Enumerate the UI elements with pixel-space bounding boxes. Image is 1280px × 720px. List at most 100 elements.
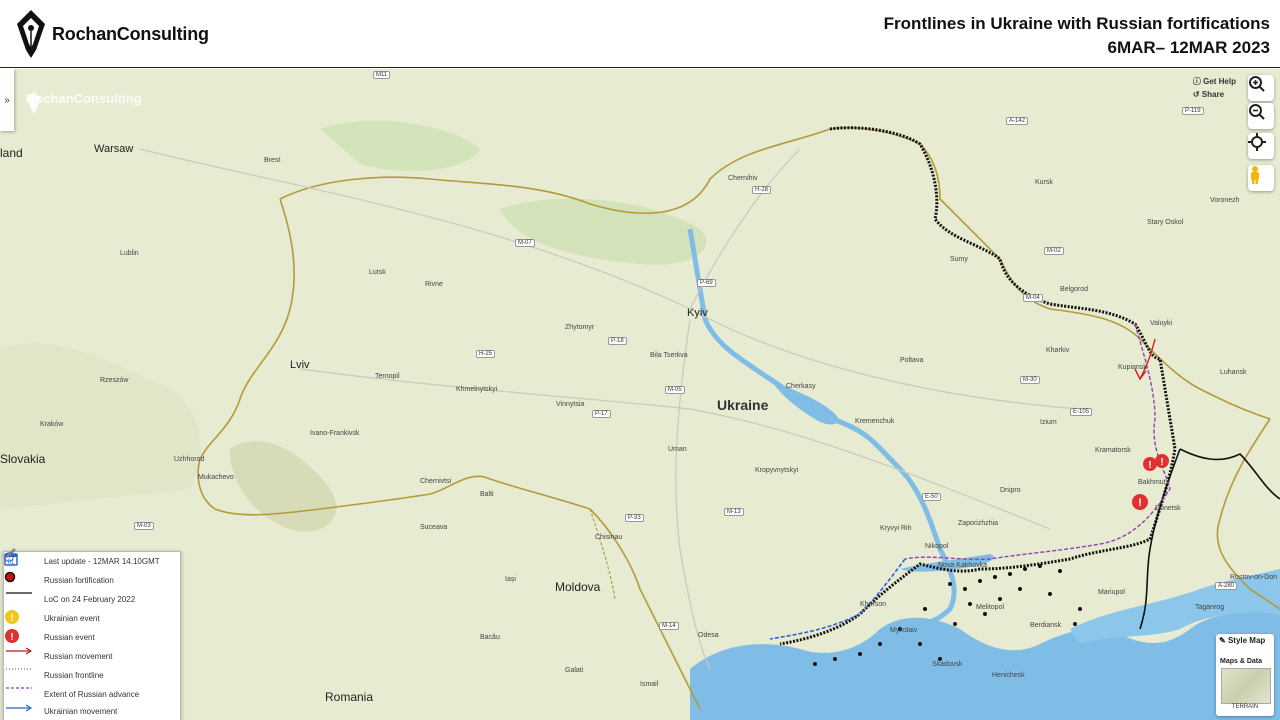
road-shield: M-04 [1023,294,1043,302]
legend-row-extent-advance: Extent of Russian advance [4,685,139,703]
svg-text:!: ! [1148,460,1151,471]
zoom-out-button[interactable] [1248,103,1274,129]
share-label: Share [1201,90,1225,99]
maps-data-label: Maps & Data [1220,658,1263,665]
logo: RochanConsulting [14,8,209,60]
help-circle-icon[interactable]: ? [4,552,14,562]
road-shield: M-13 [724,508,744,516]
header-bar: RochanConsulting Frontlines in Ukraine w… [0,0,1280,68]
terrain-thumbnail[interactable] [1221,668,1271,704]
city-label: Zhytomyr [565,324,595,331]
city-label: Voronezh [1210,197,1240,204]
locate-button[interactable] [1248,133,1274,159]
map-canvas[interactable]: ! ! ! Ukraine Moldova Romania Slovakia l… [0,69,1280,720]
city-label: Lviv [290,359,310,371]
pen-nib-logo-icon [17,10,45,58]
city-label: Bakhmut [1138,479,1166,486]
pegman-icon [1251,166,1259,184]
title-line-2: 6MAR– 12MAR 2023 [1107,38,1270,57]
road-shield: M-14 [659,622,679,630]
city-label: Kyiv [687,307,708,319]
city-label: Odesa [698,632,719,639]
city-label: Valuyki [1150,320,1173,327]
city-label: Galati [565,667,584,674]
city-label: Mukachevo [198,474,234,481]
style-map-button[interactable]: ✎ Style Map [1219,636,1265,645]
road-shield: M-30 [1020,376,1040,384]
zoom-in-button[interactable] [1248,75,1274,101]
legend-label: Ukrainian movement [44,706,118,716]
road-shield: M-07 [515,239,535,247]
zoom-out-icon [1249,104,1265,120]
city-label: Izium [1040,419,1057,426]
city-label: Ivano-Frankivsk [310,430,360,437]
city-label: Warsaw [94,143,134,155]
city-label: Kryvyi Rih [880,525,912,532]
legend-row-ukrainian-event: ! Ukrainian event [4,609,100,627]
style-map-label: Style Map [1227,636,1266,645]
legend-label: Russian event [44,632,95,642]
road-shield: P-17 [592,410,611,418]
legend-label: Russian fortification [44,575,114,585]
road-shield: A-280 [1215,582,1238,590]
watermark-text: RochanConsulting [26,91,142,106]
style-map-panel[interactable]: ✎ Style Map Maps & Data TERRAIN [1216,634,1274,716]
road-shield: E-105 [1070,408,1093,416]
legend-label: Russian movement [44,651,113,661]
city-label: Lutsk [369,269,386,276]
city-label: Chisinau [595,534,623,541]
city-label: Luhansk [1220,369,1247,376]
legend-row-fortification: Russian fortification [4,571,114,589]
country-label-poland: land [0,146,23,160]
street-view-button[interactable] [1248,165,1274,191]
russian-event-icon: ! [5,629,19,643]
city-label: Lublin [120,250,139,257]
country-label-moldova: Moldova [555,580,601,594]
russian-frontline-icon [6,668,32,670]
legend-label: Ukrainian event [44,613,100,623]
city-label: Kropyvnytskyi [755,467,799,474]
russian-movement-arrow-icon [6,647,33,655]
city-label: Ternopil [375,373,400,380]
svg-text:!: ! [10,613,13,624]
sidebar-toggle-button[interactable]: » [0,69,14,131]
city-label: Berdiansk [1030,622,1062,629]
help-share-links: ⓘ Get Help ↺ Share [1193,75,1236,101]
ukrainian-movement-arrow-icon [6,704,33,712]
get-help-link[interactable]: ⓘ Get Help [1193,75,1236,88]
road-shield: M11 [373,71,391,79]
city-label: Vinnytsia [556,401,585,408]
road-shield: P-119 [1182,107,1204,115]
logo-text: RochanConsulting [52,23,209,44]
city-label: Zaporizhzhia [958,520,999,527]
loc-line-icon [6,592,32,594]
city-label: Belgorod [1060,286,1089,293]
title-line-1: Frontlines in Ukraine with Russian forti… [883,14,1270,33]
zoom-in-icon [1249,76,1265,92]
ukrainian-event-icon: ! [5,610,19,624]
svg-text:!: ! [1138,497,1142,509]
city-label: Uzhhorod [174,456,205,463]
city-label: Mariupol [1098,589,1125,596]
city-label: Henichesk [992,672,1025,679]
city-label: Skadovsk [932,661,963,668]
pen-nib-watermark-icon [27,91,41,115]
city-label: Rivne [425,281,443,288]
fortification-dot-icon [4,571,16,583]
city-label: Rzeszów [100,377,129,384]
share-link[interactable]: ↺ Share [1193,88,1236,101]
map-legend: 01 Last update - 12MAR 14.10GMT Russian … [3,548,181,720]
legend-row-loc: LoC on 24 February 2022 [4,590,135,608]
city-label: Poltava [900,357,924,364]
city-label: Melitopol [976,604,1005,611]
road-shield: M-03 [134,522,154,530]
country-label-ukraine: Ukraine [717,397,769,413]
road-shield: E-50 [922,493,941,501]
city-label: Mykolaiv [890,627,918,634]
legend-row-russian-frontline: Russian frontline [4,666,104,684]
legend-row-last-update: 01 Last update - 12MAR 14.10GMT [4,552,160,570]
road-shield: P-33 [625,514,644,522]
get-help-label: Get Help [1203,77,1236,86]
city-label: Brest [264,157,281,164]
city-label: Kharkiv [1046,347,1070,354]
